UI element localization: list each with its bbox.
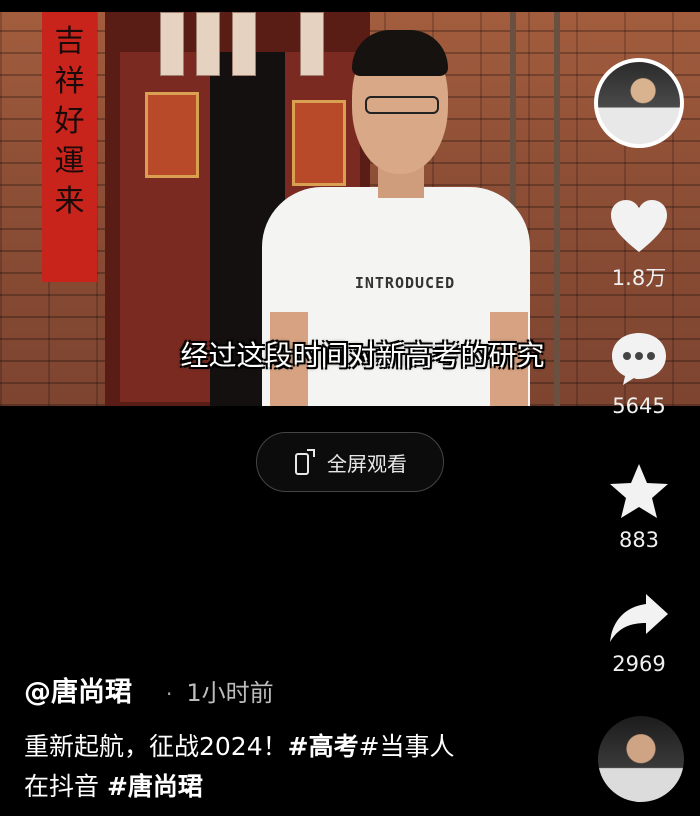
red-couplet-banner: 吉祥好運来: [42, 12, 97, 282]
video-subtitle: 经过这段时间对新高考的研究: [180, 339, 545, 372]
favorite-button[interactable]: 883: [600, 462, 678, 552]
heart-icon: [611, 200, 667, 252]
glasses: [365, 96, 439, 114]
fullscreen-phone-icon: [295, 449, 315, 475]
hanging-decoration: [300, 12, 324, 76]
post-time: 1小时前: [186, 679, 274, 707]
author-name[interactable]: @唐尚珺: [24, 670, 132, 709]
fullscreen-button[interactable]: 全屏观看: [256, 432, 444, 492]
like-count: 1.8万: [611, 266, 667, 290]
fullscreen-label: 全屏观看: [327, 451, 407, 476]
hashtag-author[interactable]: #唐尚珺: [107, 772, 203, 801]
door-god-poster-right: [292, 100, 346, 186]
hanging-decoration: [196, 12, 220, 76]
separator-dot: ·: [166, 682, 173, 706]
shirt-print: INTRODUCED: [354, 274, 456, 292]
door-god-poster-left: [145, 92, 199, 178]
author-row: @唐尚珺 · 1小时前: [24, 670, 274, 709]
like-button[interactable]: 1.8万: [600, 198, 678, 292]
comment-button[interactable]: 5645: [600, 330, 678, 418]
share-button[interactable]: 2969: [600, 592, 678, 676]
star-icon: [610, 464, 668, 518]
hashtag-dangshiren[interactable]: #当事人: [359, 732, 455, 761]
favorite-count: 883: [618, 528, 660, 552]
hanging-decoration: [232, 12, 256, 76]
share-arrow-icon: [610, 594, 668, 642]
author-avatar[interactable]: [594, 58, 684, 148]
caption-text: 重新起航，征战2024！: [24, 732, 288, 761]
caption-prefix: 在抖音: [24, 772, 107, 801]
share-count: 2969: [612, 652, 666, 676]
video-caption: 重新起航，征战2024！#高考#当事人 在抖音 #唐尚珺: [24, 727, 584, 807]
music-disc-avatar[interactable]: [598, 716, 684, 802]
comment-bubble-icon: [612, 333, 666, 385]
hashtag-gaokao[interactable]: #高考: [288, 732, 359, 761]
hanging-decoration: [160, 12, 184, 76]
comment-count: 5645: [612, 394, 666, 418]
